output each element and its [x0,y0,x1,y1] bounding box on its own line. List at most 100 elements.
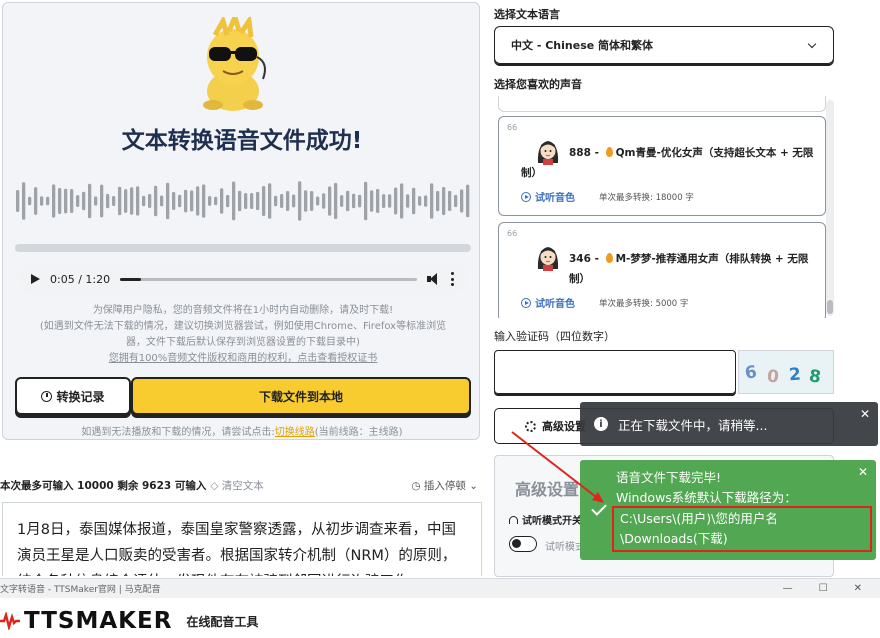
waveform-bar [244,193,248,209]
waveform-bar [142,195,146,207]
waveform-bar [346,190,350,212]
copyright-certificate-link[interactable]: 您拥有100%音频文件版权和商用的权利，点击查看授权证书 [23,351,463,367]
play-circle-icon [521,297,531,308]
captcha-input[interactable] [494,350,736,394]
switch-line-link[interactable]: 切换线路 [275,427,315,438]
captcha-label: 输入验证码（四位数字） [494,330,615,343]
voice-id: 888 [569,147,591,159]
waveform-bar [166,182,170,220]
play-icon[interactable] [31,274,40,284]
waveform-bar [82,191,86,211]
result-card: 文本转换语音文件成功! 0:05 / 1:20 为保障用户隐私，您的音频文件将在… [2,2,480,440]
waveform-bar [184,189,188,213]
text-input-area[interactable]: 1月8日，泰国媒体报道，泰国皇家警察透露，从初步调查来看，中国演员王星是人口贩卖… [2,502,482,576]
insert-pause-button[interactable]: ◷ 插入停顿 ⌄ [411,478,478,493]
voice-list: 66 888 - Qm青曼-优化女声（支持超长文本 + 无限 制） 试听音色 单… [494,96,834,318]
female-avatar-icon [537,247,559,271]
waveform-progress-track[interactable] [15,244,471,252]
notice-line: 为保障用户隐私，您的音频文件将在1小时内自动删除，请及时下载! [92,305,394,316]
voice-list-scrollbar[interactable] [826,100,834,316]
audio-seek-fill [120,277,141,281]
waveform-bar [286,191,290,211]
voice-card-888[interactable]: 66 888 - Qm青曼-优化女声（支持超长文本 + 无限 制） 试听音色 单… [498,116,826,216]
brand-tagline: 在线配音工具 [186,614,259,629]
close-icon[interactable]: ✕ [858,466,868,478]
waveform-bar [340,195,344,207]
waveform-bar [466,184,470,218]
download-path-highlight: C:\Users\(用户)\您的用户名\Downloads(下载) [612,506,872,552]
trial-mode-toggle[interactable] [509,536,537,552]
waveform-bar [130,187,134,215]
text-counter-row: 本次最多可输入 10000 剩余 9623 可输入 ◇ 清空文本 ◷ 插入停顿 … [0,476,484,494]
waveform-bar [106,193,110,209]
window-close-icon[interactable]: ✕ [854,583,862,594]
waveform-bar [304,190,308,212]
maximize-icon[interactable]: ☐ [819,583,828,594]
volume-icon[interactable] [427,273,441,285]
waveform-bar [70,189,74,213]
waveform-bar [250,193,254,209]
download-complete-toast: 语音文件下载完毕! Windows系统默认下载路径为： C:\Users\(用户… [580,460,876,560]
flame-icon [605,253,613,263]
waveform-bar [370,190,374,212]
waveform-bar [292,194,296,208]
audio-time: 0:05 / 1:20 [50,272,111,286]
waveform-bar [424,195,428,207]
waveform-bar [376,188,380,213]
audio-seek-bar[interactable] [120,277,417,281]
preview-voice-button[interactable]: 试听音色 [521,295,575,310]
waveform-bar [208,196,212,206]
waveform-bar [412,187,416,215]
waveform-bar [46,196,50,206]
waveform-bar [148,194,152,208]
minimize-icon[interactable]: — [783,583,793,594]
voice-name: 346 - M-梦梦-推荐通用女声（排队转换 + 无限制） [569,253,809,285]
captcha-image[interactable]: 6 0 2 8 [738,350,834,394]
voice-card-346[interactable]: 66 346 - M-梦梦-推荐通用女声（排队转换 + 无限制） 试听音色 单次… [498,222,826,318]
waveform-bar [28,196,32,206]
waveform-bar [190,190,194,212]
gear-icon [525,420,536,432]
download-button[interactable]: 下载文件到本地 [131,377,471,415]
more-options-icon[interactable] [451,272,455,286]
waveform-bar [268,183,272,219]
info-icon: i [594,417,608,431]
clear-text-button[interactable]: ◇ 清空文本 [210,478,263,493]
char-counter: 本次最多可输入 10000 剩余 9623 可输入 [0,479,207,492]
waveform-bar [394,187,398,215]
waveform-bar [76,195,80,207]
window-controls: — ☐ ✕ [783,583,862,594]
language-select[interactable]: 中文 - Chinese 简体和繁体 [494,26,834,64]
waveform-bar [118,186,122,216]
waveform-bar [256,191,260,211]
close-icon[interactable]: ✕ [860,408,870,420]
scrollbar-thumb[interactable] [827,300,833,314]
waveform-bar [40,196,44,206]
fallback-note: 如遇到无法播放和下载的情况，请尝试点击:切换线路(当前线路：主线路) [3,423,481,438]
waveform-bar [274,195,278,207]
female-avatar-icon [537,141,559,165]
brand-name[interactable]: TTSMAKER [24,608,172,634]
waveform-bar [406,194,410,208]
waveform-bar [388,194,392,208]
voice-card-number: 66 [507,123,518,132]
window-title: 文字转语音 - TTSMaker官网 | 马克配音 [0,585,161,595]
waveform-bar [178,194,182,208]
audio-player: 0:05 / 1:20 [19,263,467,295]
waveform-logo-icon[interactable] [0,612,20,630]
waveform-bar [448,190,452,211]
waveform-bar [418,196,422,206]
trial-mode-heading: 试听模式开关 [509,512,582,527]
char-limit: 单次最多转换: 18000 字 [599,193,694,203]
brand-header: TTSMAKER 在线配音工具 [0,604,258,638]
waveform-bar [262,186,266,216]
voice-card-previous[interactable] [498,96,826,112]
default-path-message: Windows系统默认下载路径为： [616,490,797,505]
waveform-bar [34,187,38,215]
notice-line: 器，文件下载后默认保存到浏览器设置的下载目录中) [126,337,360,348]
history-button[interactable]: 转换记录 [15,377,131,415]
preview-voice-button[interactable]: 试听音色 [521,189,575,204]
voice-name: 888 - Qm青曼-优化女声（支持超长文本 + 无限 [569,147,814,159]
voice-card-number: 66 [507,229,518,238]
mascot-image [203,17,266,111]
